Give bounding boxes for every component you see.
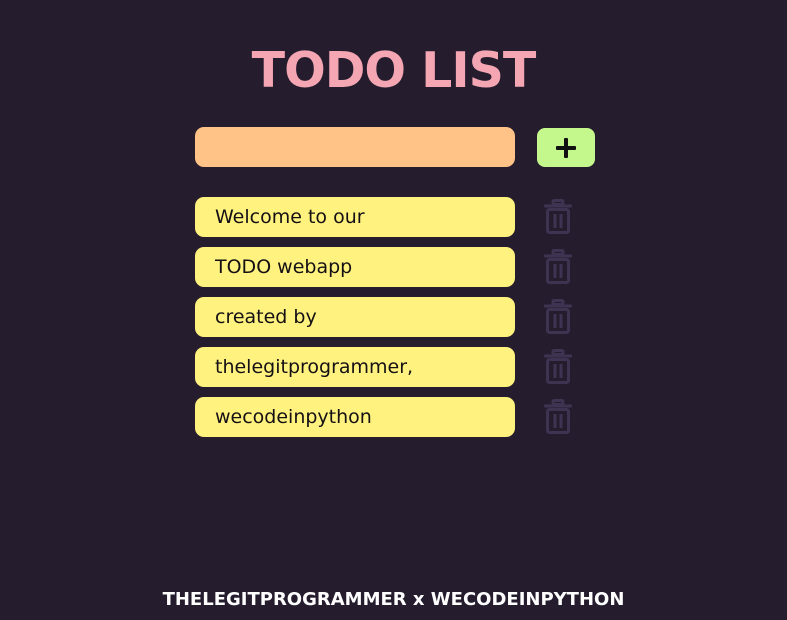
trash-icon <box>544 299 572 334</box>
plus-icon <box>556 137 576 158</box>
todo-item: created by <box>195 297 595 337</box>
add-todo-button[interactable] <box>537 128 595 167</box>
todo-list: Welcome to our TODO webapp created by th… <box>195 197 595 447</box>
trash-icon <box>544 349 572 384</box>
trash-icon <box>544 199 572 234</box>
todo-item: thelegitprogrammer, <box>195 347 595 387</box>
trash-icon <box>544 249 572 284</box>
footer-credits: THELEGITPROGRAMMER x WECODEINPYTHON <box>162 589 625 610</box>
trash-icon <box>544 399 572 434</box>
todo-text[interactable]: TODO webapp <box>195 247 515 287</box>
delete-todo-button[interactable] <box>540 199 576 235</box>
delete-todo-button[interactable] <box>540 399 576 435</box>
todo-input[interactable] <box>195 127 515 167</box>
delete-todo-button[interactable] <box>540 349 576 385</box>
todo-text[interactable]: Welcome to our <box>195 197 515 237</box>
todo-text[interactable]: thelegitprogrammer, <box>195 347 515 387</box>
page-title: TODO LIST <box>251 41 537 99</box>
todo-text[interactable]: created by <box>195 297 515 337</box>
todo-item: Welcome to our <box>195 197 595 237</box>
todo-item: TODO webapp <box>195 247 595 287</box>
todo-item: wecodeinpython <box>195 397 595 437</box>
todo-text[interactable]: wecodeinpython <box>195 397 515 437</box>
delete-todo-button[interactable] <box>540 249 576 285</box>
delete-todo-button[interactable] <box>540 299 576 335</box>
